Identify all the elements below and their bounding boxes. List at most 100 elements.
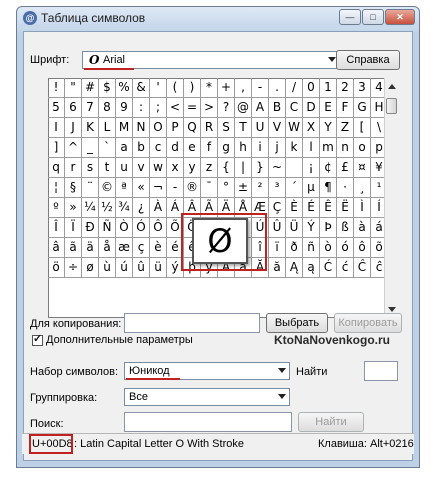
character-cell[interactable]: ¦ [48, 178, 65, 198]
character-cell[interactable]: z [201, 158, 218, 178]
character-cell[interactable]: I [48, 118, 65, 138]
character-cell[interactable]: ¡ [303, 158, 320, 178]
character-cell[interactable]: w [150, 158, 167, 178]
character-cell[interactable]: W [286, 118, 303, 138]
character-cell[interactable]: q [48, 158, 65, 178]
character-cell[interactable]: 0 [303, 78, 320, 98]
character-cell[interactable]: ú [116, 258, 133, 278]
character-cell[interactable]: 5 [48, 98, 65, 118]
character-cell[interactable]: ³ [269, 178, 286, 198]
character-cell[interactable]: v [133, 158, 150, 178]
copy-input[interactable] [124, 313, 260, 333]
character-cell[interactable]: ć [337, 258, 354, 278]
character-grid[interactable]: ! " # $% & '() * +, -./0 1 2 3 4 5 6 7 8 9:; < = >? @ A B C D E F G H… [48, 78, 388, 318]
character-cell[interactable]: E [320, 98, 337, 118]
character-cell[interactable]: Ć [320, 258, 337, 278]
character-cell[interactable]: s [82, 158, 99, 178]
character-cell[interactable]: 2 [337, 78, 354, 98]
character-cell[interactable]: Ê [320, 198, 337, 218]
character-cell[interactable]: È [286, 198, 303, 218]
character-cell[interactable]: Q [184, 118, 201, 138]
character-cell[interactable]: û [133, 258, 150, 278]
character-cell[interactable]: ù [99, 258, 116, 278]
character-cell[interactable]: Î [48, 218, 65, 238]
help-button[interactable]: Справка [336, 50, 400, 70]
character-cell[interactable]: Ô [150, 218, 167, 238]
close-button[interactable]: ✕ [385, 9, 415, 25]
character-cell[interactable]: æ [116, 238, 133, 258]
character-cell[interactable]: ä [82, 238, 99, 258]
character-cell[interactable]: / [286, 78, 303, 98]
character-cell[interactable]: ^ [65, 138, 82, 158]
character-cell[interactable]: ; [150, 98, 167, 118]
character-cell[interactable]: r [65, 158, 82, 178]
character-cell[interactable]: = [184, 98, 201, 118]
character-cell[interactable]: ' [150, 78, 167, 98]
character-cell[interactable]: ± [235, 178, 252, 198]
character-cell[interactable]: ª [116, 178, 133, 198]
character-cell[interactable]: a [116, 138, 133, 158]
character-cell[interactable]: D [303, 98, 320, 118]
character-cell[interactable]: ö [48, 258, 65, 278]
scroll-up-icon[interactable] [388, 84, 396, 89]
character-cell[interactable]: L [99, 118, 116, 138]
character-cell[interactable]: 3 [354, 78, 371, 98]
character-cell[interactable]: S [218, 118, 235, 138]
character-cell[interactable]: ( [167, 78, 184, 98]
character-cell[interactable]: ` [99, 138, 116, 158]
character-cell[interactable]: © [99, 178, 116, 198]
character-cell[interactable]: ð [286, 238, 303, 258]
character-cell[interactable]: Ç [269, 198, 286, 218]
character-cell[interactable]: ü [150, 258, 167, 278]
character-cell[interactable]: 1 [320, 78, 337, 98]
character-cell[interactable]: { [218, 158, 235, 178]
character-cell[interactable]: B [269, 98, 286, 118]
character-cell[interactable]: X [303, 118, 320, 138]
character-cell[interactable]: k [286, 138, 303, 158]
character-cell[interactable]: ¯ [201, 178, 218, 198]
character-cell[interactable]: c [150, 138, 167, 158]
character-cell[interactable]: - [252, 78, 269, 98]
character-cell[interactable]: ñ [303, 238, 320, 258]
character-cell[interactable]: Ó [133, 218, 150, 238]
character-cell[interactable]: 8 [99, 98, 116, 118]
character-cell[interactable]: P [167, 118, 184, 138]
character-cell[interactable]: § [65, 178, 82, 198]
character-cell[interactable]: _ [82, 138, 99, 158]
character-cell[interactable]: Ð [82, 218, 99, 238]
character-cell[interactable]: ó [337, 238, 354, 258]
character-cell[interactable]: ¨ [82, 178, 99, 198]
character-cell[interactable]: | [235, 158, 252, 178]
character-cell[interactable]: ¾ [116, 198, 133, 218]
character-cell[interactable]: ] [48, 138, 65, 158]
character-cell[interactable]: N [133, 118, 150, 138]
character-cell[interactable]: Ü [286, 218, 303, 238]
character-cell[interactable]: É [303, 198, 320, 218]
character-cell[interactable]: f [201, 138, 218, 158]
character-cell[interactable]: V [269, 118, 286, 138]
character-cell[interactable]: Û [269, 218, 286, 238]
minimize-button[interactable]: — [339, 9, 361, 25]
maximize-button[interactable]: □ [362, 9, 384, 25]
character-cell[interactable]: M [116, 118, 133, 138]
character-cell[interactable]: Y [320, 118, 337, 138]
character-cell[interactable]: * [201, 78, 218, 98]
character-cell[interactable]: K [82, 118, 99, 138]
character-cell[interactable]: } [252, 158, 269, 178]
scroll-thumb[interactable] [386, 98, 397, 114]
character-cell[interactable]: å [99, 238, 116, 258]
character-cell[interactable]: ¢ [320, 158, 337, 178]
advanced-checkbox[interactable]: ✓ [32, 333, 43, 346]
character-cell[interactable]: e [184, 138, 201, 158]
character-cell[interactable]: [ [354, 118, 371, 138]
search-input[interactable] [124, 412, 292, 432]
title-bar[interactable]: @ Таблица символов — □ ✕ [17, 7, 419, 29]
character-cell[interactable]: ° [218, 178, 235, 198]
character-cell[interactable]: l [303, 138, 320, 158]
character-cell[interactable]: % [116, 78, 133, 98]
character-cell[interactable]: b [133, 138, 150, 158]
character-cell[interactable]: ¶ [320, 178, 337, 198]
character-cell[interactable]: d [167, 138, 184, 158]
character-cell[interactable]: U [252, 118, 269, 138]
character-cell[interactable]: Ò [116, 218, 133, 238]
